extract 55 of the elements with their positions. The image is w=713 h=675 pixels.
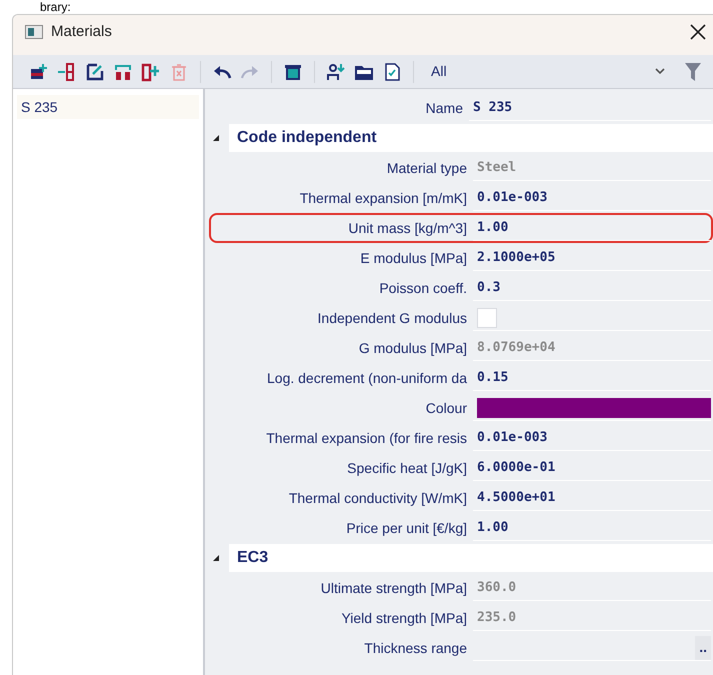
filter-button[interactable] [683, 60, 703, 82]
collapse-triangle-icon [213, 555, 219, 561]
property-label: Specific heat [J/gK] [346, 458, 468, 478]
group-title: EC3 [237, 548, 268, 568]
collapse-triangle-icon [213, 135, 219, 141]
window-title: Materials [51, 22, 112, 42]
property-label: Log. decrement (non-uniform da [266, 368, 468, 388]
add-user-icon [326, 62, 346, 82]
property-label: Yield strength [MPa] [340, 608, 468, 628]
property-value: 235.0 [477, 608, 516, 627]
property-value: 8.0769e+04 [477, 338, 556, 357]
checkbox[interactable] [477, 308, 497, 328]
add-column-icon [141, 62, 161, 82]
colour-swatch[interactable] [477, 398, 711, 418]
property-value[interactable]: 1.00 [477, 518, 508, 538]
close-icon [690, 24, 706, 40]
property-label: Independent G modulus [316, 308, 468, 328]
property-value[interactable]: 0.15 [477, 368, 508, 388]
property-label: E modulus [MPa] [359, 248, 468, 268]
edit-icon [85, 62, 105, 82]
property-label: G modulus [MPa] [358, 338, 468, 358]
property-label: Unit mass [kg/m^3] [347, 218, 468, 238]
property-value: S 235 [473, 98, 512, 117]
property-value[interactable]: 2.1000e+05 [477, 248, 556, 268]
trash-icon [169, 62, 189, 82]
insert-row-icon [57, 62, 77, 82]
property-label: Price per unit [€/kg] [345, 518, 468, 538]
property-value[interactable]: 0.01e-003 [477, 188, 548, 208]
property-label: Thermal expansion [m/mK] [298, 188, 468, 208]
property-value[interactable]: 1.00 [477, 218, 508, 238]
property-label: Colour [424, 398, 468, 418]
property-label: Thickness range [363, 638, 468, 658]
sidebar-item[interactable]: S 235 [17, 95, 199, 119]
property-value: Steel [477, 158, 516, 177]
caption-text: brary: [40, 0, 71, 14]
window-icon [25, 25, 43, 39]
property-value: 360.0 [477, 578, 516, 597]
group-title: Code independent [237, 128, 377, 148]
chevron-down-icon [655, 68, 665, 75]
property-label: Ultimate strength [MPa] [320, 578, 468, 598]
property-label: Name [424, 98, 464, 118]
add-record-icon [29, 62, 49, 82]
property-label: Poisson coeff. [378, 278, 468, 298]
ellipsis-button[interactable]: .. [695, 636, 711, 660]
property-label: Material type [386, 158, 468, 178]
group-header[interactable]: Code independent [229, 124, 713, 152]
property-value[interactable]: 6.0000e-01 [477, 458, 556, 478]
filter-dropdown[interactable]: All [427, 60, 669, 84]
property-value[interactable]: 0.3 [477, 278, 500, 298]
group-header[interactable]: EC3 [229, 544, 713, 572]
filter-icon [685, 62, 701, 80]
property-value[interactable]: 4.5000e+01 [477, 488, 556, 508]
property-value[interactable]: 0.01e-003 [477, 428, 548, 448]
property-label: Thermal conductivity [W/mK] [288, 488, 468, 508]
property-label: Thermal expansion (for fire resis [265, 428, 468, 448]
